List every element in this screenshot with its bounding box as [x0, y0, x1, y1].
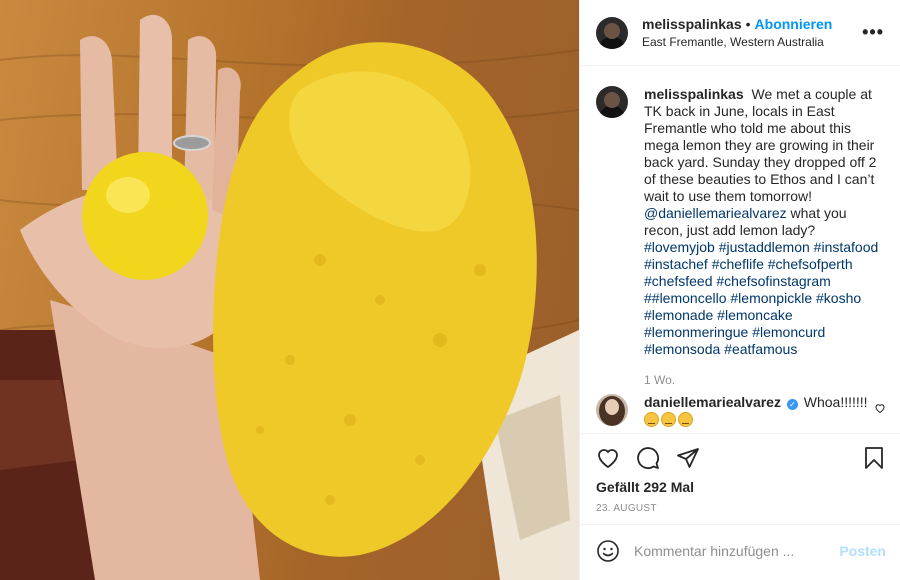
comment-input[interactable]: [634, 543, 840, 559]
instagram-post: melisspalinkas • Abonnieren East Fremant…: [0, 0, 900, 580]
separator-dot: •: [745, 16, 751, 32]
post-age[interactable]: 1 Wo.: [644, 372, 886, 389]
bookmark-icon[interactable]: [862, 446, 886, 470]
post-sidebar: melisspalinkas • Abonnieren East Fremant…: [579, 0, 900, 580]
hashtag-link[interactable]: #lemoncake: [717, 307, 793, 323]
comment-like-heart-icon[interactable]: [874, 402, 886, 414]
verified-badge-icon: ✓: [786, 399, 798, 410]
more-options-icon[interactable]: •••: [862, 22, 884, 43]
hashtag-link[interactable]: #cheflife: [712, 256, 764, 272]
hashtag-link[interactable]: #lemonsoda: [644, 341, 720, 357]
post-comment-button[interactable]: Posten: [839, 543, 886, 559]
hashtag-link[interactable]: #chefsofperth: [768, 256, 853, 272]
post-photo[interactable]: [0, 0, 579, 580]
commenter-username[interactable]: daniellemariealvarez: [644, 394, 781, 410]
comment-body: daniellemariealvarez ✓ Whoa!!!!!!!: [644, 394, 886, 428]
location-link[interactable]: East Fremantle, Western Australia: [642, 35, 862, 49]
lemon-photo-illustration: [0, 14, 579, 580]
comment-icon[interactable]: [636, 446, 660, 470]
grimace-emoji-icon: [661, 412, 676, 427]
caption-username[interactable]: melisspalinkas: [644, 86, 744, 102]
hashtag-link[interactable]: ##lemoncello: [644, 290, 727, 306]
post-date[interactable]: 23. AUGUST: [596, 503, 657, 514]
action-bar: [596, 446, 886, 470]
like-count[interactable]: Gefällt 292 Mal: [596, 479, 694, 495]
hashtag-link[interactable]: #chefsofinstagram: [716, 273, 830, 289]
header-text: melisspalinkas • Abonnieren East Fremant…: [642, 16, 862, 49]
hashtag-link[interactable]: #justaddlemon: [719, 239, 810, 255]
author-avatar[interactable]: [596, 16, 628, 49]
caption-body: melisspalinkas We met a couple at TK bac…: [644, 86, 886, 389]
comment-text: Whoa!!!!!!!: [803, 394, 868, 410]
post-header: melisspalinkas • Abonnieren East Fremant…: [580, 0, 900, 66]
hashtag-link[interactable]: #instachef: [644, 256, 708, 272]
caption-avatar[interactable]: [596, 86, 628, 118]
hashtag-link[interactable]: #lovemyjob: [644, 239, 715, 255]
smiley-icon[interactable]: [596, 539, 620, 563]
comment-item: daniellemariealvarez ✓ Whoa!!!!!!!: [596, 394, 886, 428]
actions-divider: [580, 433, 900, 434]
hashtag-link[interactable]: #lemonade: [644, 307, 713, 323]
caption-text: We met a couple at TK back in June, loca…: [644, 86, 877, 204]
heart-icon[interactable]: [596, 446, 620, 470]
hashtag-link[interactable]: #lemonmeringue: [644, 324, 748, 340]
paper-plane-icon[interactable]: [676, 446, 700, 470]
add-comment-form: Posten: [596, 538, 886, 564]
header-line: melisspalinkas • Abonnieren: [642, 16, 862, 32]
hashtag-link[interactable]: #kosho: [816, 290, 861, 306]
follow-button[interactable]: Abonnieren: [755, 16, 833, 32]
grimace-emoji-icon: [678, 412, 693, 427]
commenter-avatar[interactable]: [596, 394, 628, 426]
caption: melisspalinkas We met a couple at TK bac…: [596, 86, 886, 389]
caption-mention[interactable]: @daniellemariealvarez: [644, 205, 787, 221]
comment-box-divider: [580, 524, 900, 525]
hashtag-link[interactable]: #lemonpickle: [730, 290, 812, 306]
grimace-emoji-icon: [644, 412, 659, 427]
hashtag-link[interactable]: #instafood: [814, 239, 879, 255]
caption-hashtags: #lovemyjob #justaddlemon #instafood #ins…: [644, 239, 878, 357]
hashtag-link[interactable]: #chefsfeed: [644, 273, 713, 289]
hashtag-link[interactable]: #eatfamous: [724, 341, 797, 357]
hashtag-link[interactable]: #lemoncurd: [752, 324, 825, 340]
author-username[interactable]: melisspalinkas: [642, 16, 742, 32]
